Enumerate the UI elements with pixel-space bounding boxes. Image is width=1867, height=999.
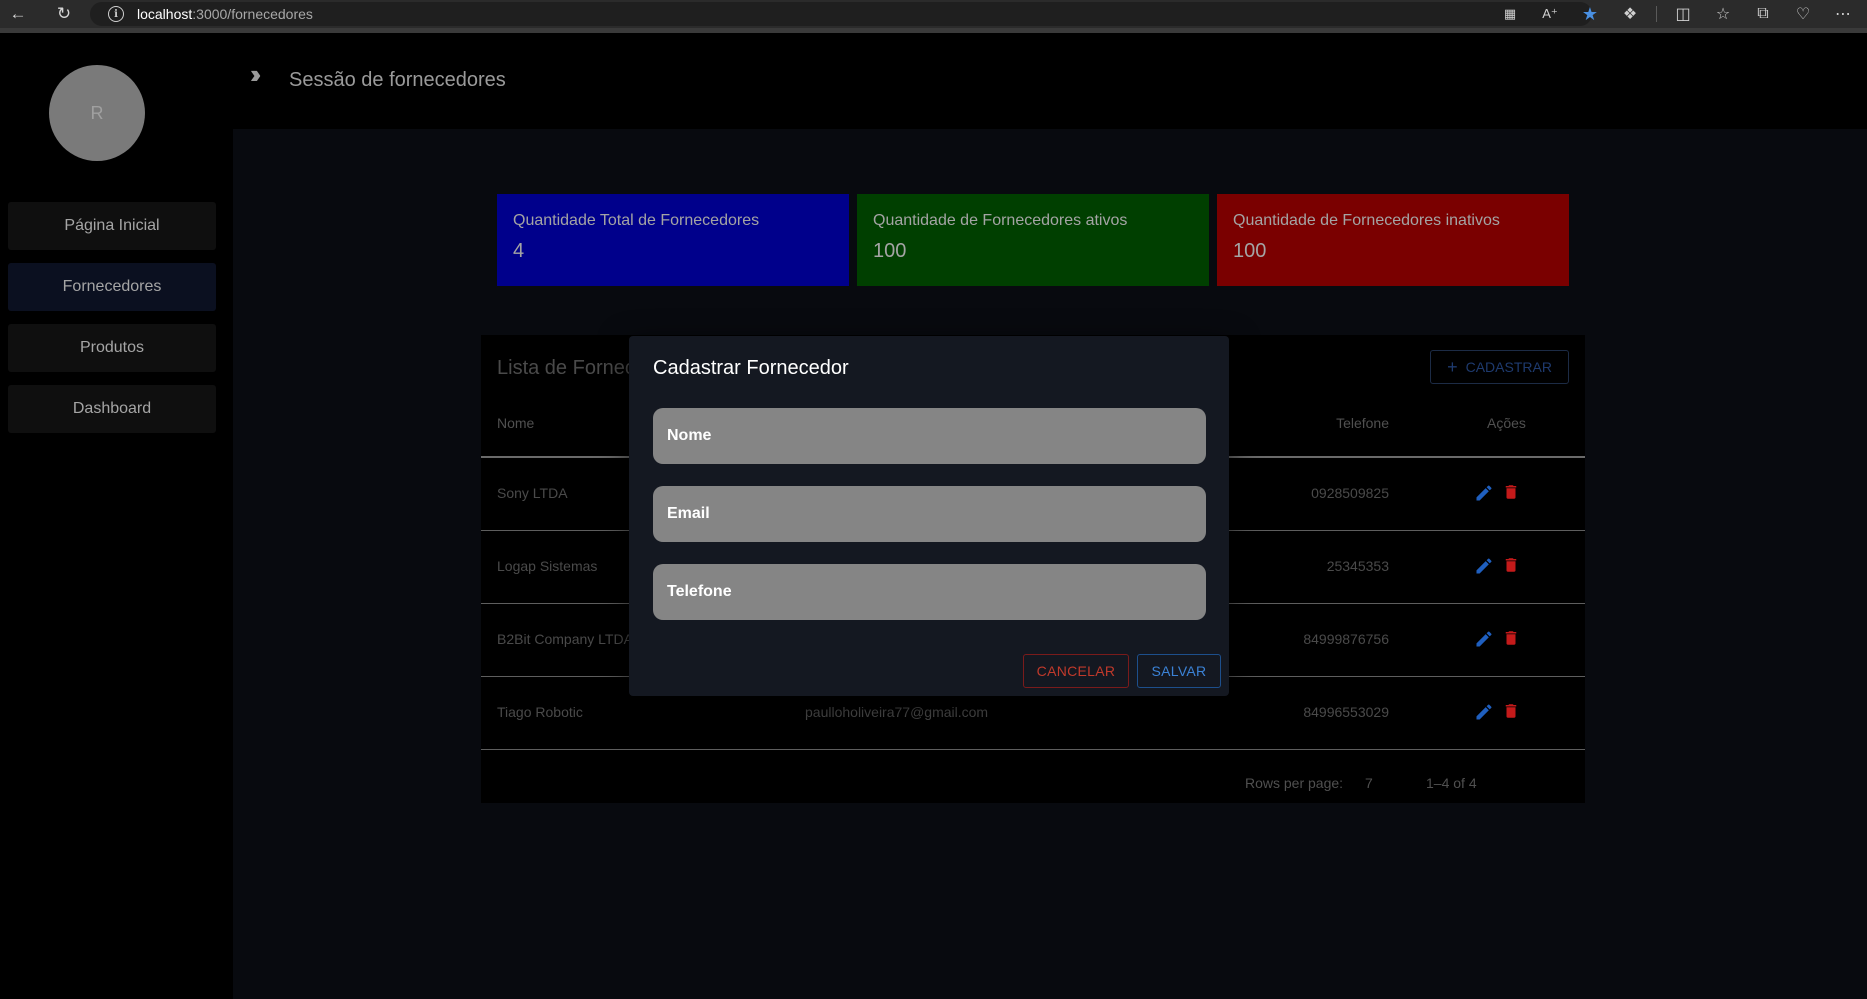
column-header-acoes: Ações <box>1487 415 1526 431</box>
favorite-star-icon[interactable]: ★ <box>1576 0 1604 28</box>
browser-toolbar-icons: ▦ A⁺ ★ ❖ ◫ ☆ ⧉ ♡ ⋯ <box>1496 0 1857 28</box>
stat-label: Quantidade de Fornecedores inativos <box>1233 212 1500 229</box>
sidebar: R Página Inicial Fornecedores Produtos D… <box>0 33 233 999</box>
cell-email: paulloholiveira77@gmail.com <box>805 704 989 720</box>
stat-label: Quantidade Total de Fornecedores <box>513 212 760 229</box>
app-available-icon[interactable]: ▦ <box>1496 0 1524 28</box>
info-icon[interactable]: i <box>108 6 124 22</box>
pagination-range: 1–4 of 4 <box>1426 775 1477 791</box>
url-path: :3000/fornecedores <box>192 6 313 22</box>
favorites-icon[interactable]: ☆ <box>1709 0 1737 28</box>
table-title: Lista de Fornec <box>497 357 635 379</box>
cadastrar-fornecedor-dialog: Cadastrar Fornecedor CANCELAR SALVAR <box>629 336 1229 696</box>
read-aloud-icon[interactable]: A⁺ <box>1536 0 1564 28</box>
page-header: ›› Sessão de fornecedores <box>233 33 1867 129</box>
toolbar-divider <box>1656 6 1657 22</box>
stat-card-inativos: Quantidade de Fornecedores inativos 100 <box>1217 194 1569 286</box>
cell-telefone: 0928509825 <box>1311 485 1389 501</box>
trash-icon[interactable] <box>1502 482 1520 502</box>
back-arrow-icon[interactable]: ← <box>4 0 32 28</box>
email-input[interactable] <box>667 486 1206 542</box>
stat-card-ativos: Quantidade de Fornecedores ativos 100 <box>857 194 1209 286</box>
edit-pencil-icon[interactable] <box>1474 702 1494 722</box>
dialog-title: Cadastrar Fornecedor <box>653 357 849 379</box>
edit-pencil-icon[interactable] <box>1474 556 1494 576</box>
reload-icon[interactable]: ↻ <box>50 0 78 28</box>
url-host: localhost <box>137 6 193 22</box>
trash-icon[interactable] <box>1502 628 1520 648</box>
more-menu-icon[interactable]: ⋯ <box>1829 0 1857 28</box>
trash-icon[interactable] <box>1502 701 1520 721</box>
page-title: Sessão de fornecedores <box>289 69 506 91</box>
cancel-button[interactable]: CANCELAR <box>1023 654 1129 688</box>
avatar[interactable]: R <box>49 65 145 161</box>
cell-nome: B2Bit Company LTDA <box>497 631 633 647</box>
save-button[interactable]: SALVAR <box>1137 654 1221 688</box>
url-text[interactable]: localhost:3000/fornecedores <box>137 6 313 22</box>
stat-label: Quantidade de Fornecedores ativos <box>873 212 1128 229</box>
column-header-telefone[interactable]: Telefone <box>1336 415 1389 431</box>
cadastrar-button[interactable]: + CADASTRAR <box>1430 350 1569 384</box>
stat-value: 100 <box>1233 240 1267 262</box>
browser-essentials-icon[interactable]: ♡ <box>1789 0 1817 28</box>
rows-per-page-label: Rows per page: <box>1245 775 1344 791</box>
nome-input[interactable] <box>667 408 1206 464</box>
cell-nome: Tiago Robotic <box>497 704 583 720</box>
stat-value: 4 <box>513 240 525 262</box>
sidebar-item-produtos[interactable]: Produtos <box>8 324 216 372</box>
cell-nome: Sony LTDA <box>497 485 568 501</box>
telefone-input[interactable] <box>667 564 1206 620</box>
cadastrar-label: CADASTRAR <box>1465 359 1552 375</box>
address-bar[interactable]: i localhost:3000/fornecedores <box>90 2 1592 26</box>
telefone-field[interactable] <box>653 564 1206 620</box>
edit-pencil-icon[interactable] <box>1474 483 1494 503</box>
sidebar-item-pagina-inicial[interactable]: Página Inicial <box>8 202 216 250</box>
browser-toolbar: ← ↻ i localhost:3000/fornecedores ▦ A⁺ ★… <box>0 0 1867 28</box>
stat-value: 100 <box>873 240 907 262</box>
column-header-nome[interactable]: Nome <box>497 415 534 431</box>
rows-per-page-select[interactable]: 7 <box>1365 775 1373 791</box>
plus-icon: + <box>1447 356 1458 377</box>
cell-telefone: 84996553029 <box>1303 704 1389 720</box>
cell-telefone: 84999876756 <box>1303 631 1389 647</box>
extensions-icon[interactable]: ❖ <box>1616 0 1644 28</box>
collections-icon[interactable]: ⧉ <box>1749 0 1777 28</box>
edit-pencil-icon[interactable] <box>1474 629 1494 649</box>
double-chevron-right-icon[interactable]: ›› <box>250 59 262 90</box>
nome-field[interactable] <box>653 408 1206 464</box>
sidebar-item-dashboard[interactable]: Dashboard <box>8 385 216 433</box>
split-screen-icon[interactable]: ◫ <box>1669 0 1697 28</box>
stat-card-total: Quantidade Total de Fornecedores 4 <box>497 194 849 286</box>
trash-icon[interactable] <box>1502 555 1520 575</box>
sidebar-item-fornecedores[interactable]: Fornecedores <box>8 263 216 311</box>
email-field[interactable] <box>653 486 1206 542</box>
cell-telefone: 25345353 <box>1326 558 1389 574</box>
cell-nome: Logap Sistemas <box>497 558 598 574</box>
